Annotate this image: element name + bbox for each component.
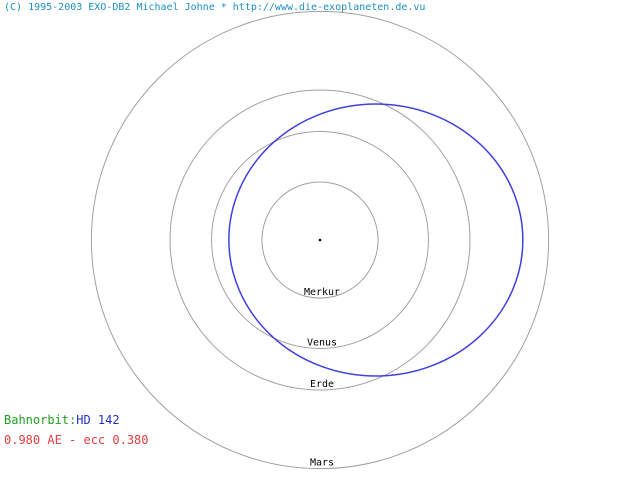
planet-name: HD 142 — [76, 413, 120, 427]
orbit-label: Bahnorbit: — [4, 413, 77, 427]
orbit-label-erde: Erde — [310, 379, 334, 390]
orbit-canvas: Merkur Venus Erde Mars — [90, 10, 550, 470]
orbit-labels: Merkur Venus Erde Mars — [304, 287, 340, 469]
info-panel: Bahnorbit:HD 142 0.980 AE - ecc 0.380 — [4, 410, 149, 450]
planet-orbit-ellipse — [228, 103, 524, 377]
orbit-parameters: 0.980 AE - ecc 0.380 — [4, 433, 149, 447]
orbit-label-merkur: Merkur — [304, 287, 340, 298]
orbit-label-mars: Mars — [310, 458, 334, 469]
orbit-label-venus: Venus — [307, 337, 337, 348]
orbit-diagram: (C) 1995-2003 EXO-DB2 Michael Johne * ht… — [0, 0, 640, 480]
orbit-title-line: Bahnorbit:HD 142 — [4, 410, 149, 430]
central-star — [318, 238, 322, 242]
